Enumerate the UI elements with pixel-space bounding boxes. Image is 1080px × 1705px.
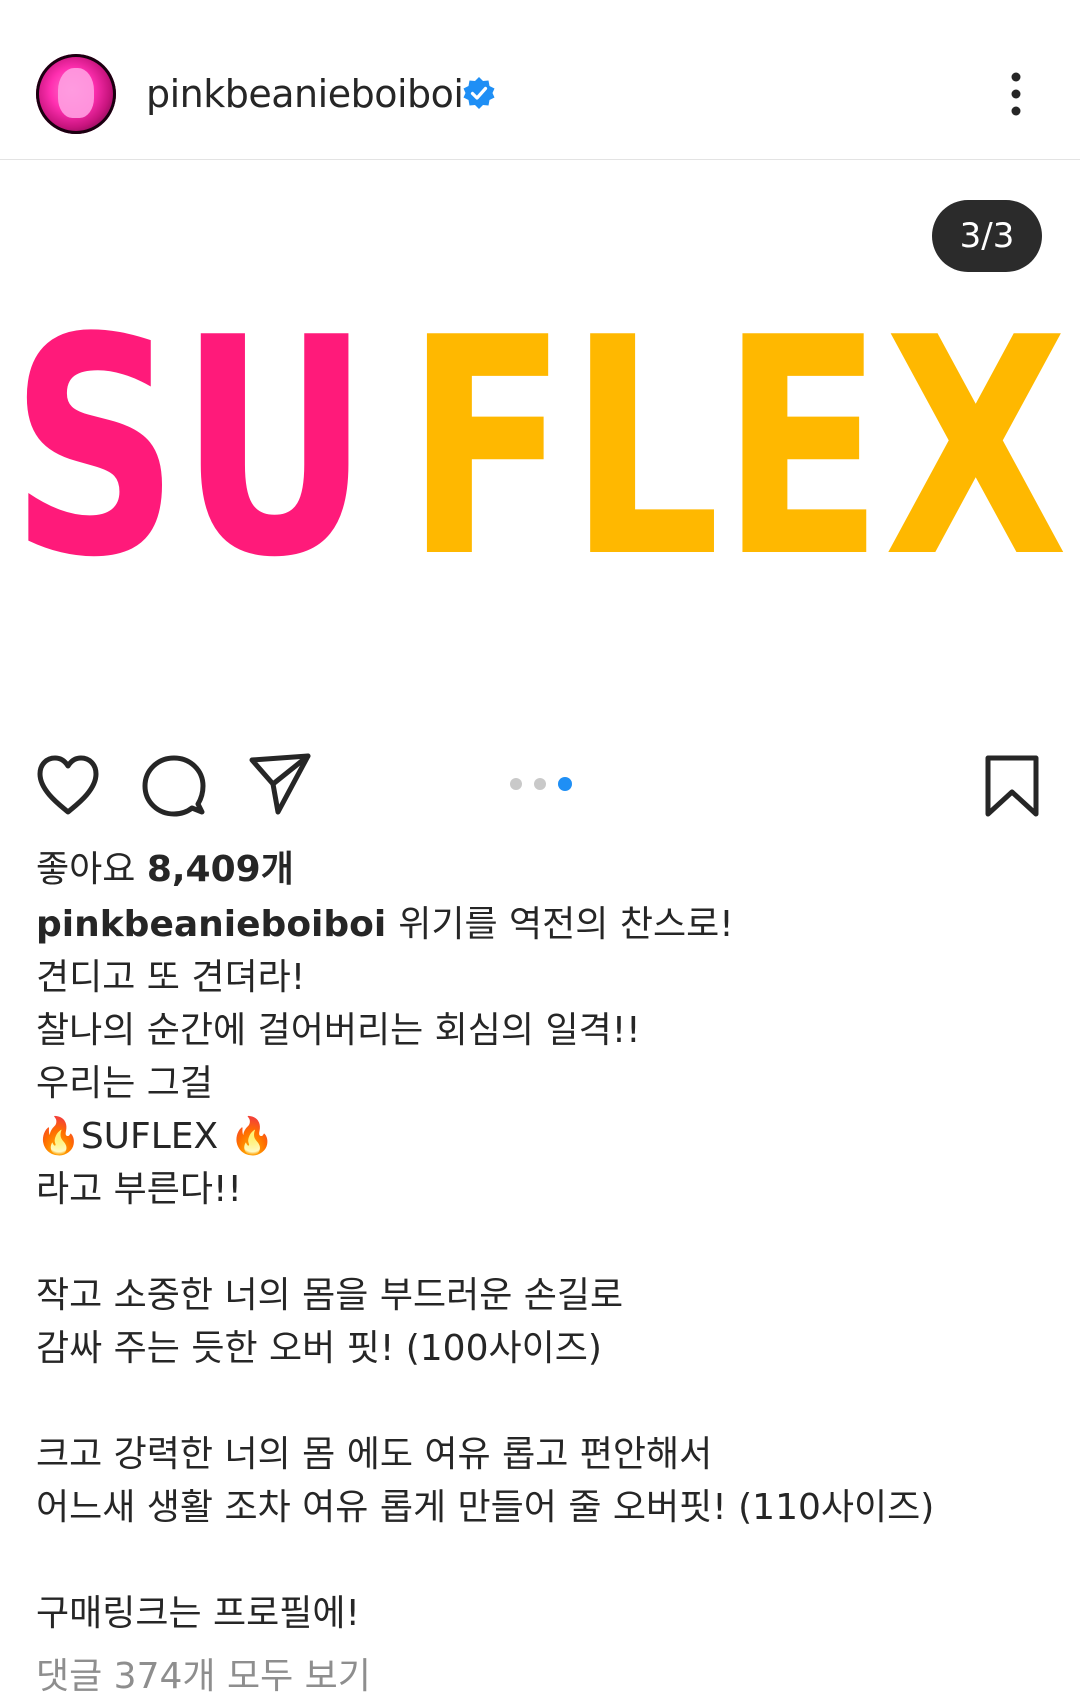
caption-line: 크고 강력한 너의 몸 에도 여유 롭고 편안해서 [36,1434,713,1475]
logo-su: SU [10,310,370,570]
logo-flex: FLEX [405,310,1068,570]
caption-line: 찰나의 순간에 걸어버리는 회심의 일격!! [36,1010,641,1051]
comment-icon[interactable] [140,752,208,820]
caption-line: 작고 소중한 너의 몸을 부드러운 손길로 [36,1275,624,1316]
carousel-dot-active [558,777,572,791]
caption-line: 구매링크는 프로필에! [36,1593,360,1634]
likes-label: 좋아요 [36,849,136,890]
caption-line: pinkbeanieboiboi 위기를 역전의 찬스로! [36,898,1046,951]
caption-line: 우리는 그걸 [36,1063,214,1104]
post-username[interactable]: pinkbeanieboiboi [146,66,464,122]
post-caption: pinkbeanieboiboi 위기를 역전의 찬스로! 견디고 또 견뎌라! … [36,898,1046,1640]
bookmark-icon[interactable] [978,752,1046,820]
share-icon[interactable] [246,750,314,818]
caption-text: 위기를 역전의 찬스로! [398,904,734,945]
caption-line: 라고 부른다!! [36,1169,242,1210]
carousel-dot [534,778,546,790]
caption-username[interactable]: pinkbeanieboiboi [36,904,386,945]
likes-number: 8,409개 [146,849,294,890]
suflex-logo-image: SU FLEX [10,310,1068,570]
more-vertical-icon[interactable] [994,68,1038,120]
caption-line: 🔥SUFLEX 🔥 [36,1116,275,1157]
verified-badge-icon [463,77,495,109]
likes-count[interactable]: 좋아요 8,409개 [36,844,294,896]
carousel-indicator [510,777,572,792]
carousel-page-counter: 3/3 [932,200,1042,272]
caption-line: 감싸 주는 듯한 오버 핏! (100사이즈) [36,1328,602,1369]
caption-line: 어느새 생활 조차 여유 롭게 만들어 줄 오버핏! (110사이즈) [36,1487,935,1528]
view-all-comments-link[interactable]: 댓글 374개 모두 보기 [36,1652,371,1702]
heart-icon[interactable] [34,752,102,820]
post-header: pinkbeanieboiboi [0,0,1080,160]
profile-avatar[interactable] [36,54,116,134]
carousel-dot [510,778,522,790]
caption-line: 견디고 또 견뎌라! [36,957,306,998]
avatar-face [58,68,94,118]
